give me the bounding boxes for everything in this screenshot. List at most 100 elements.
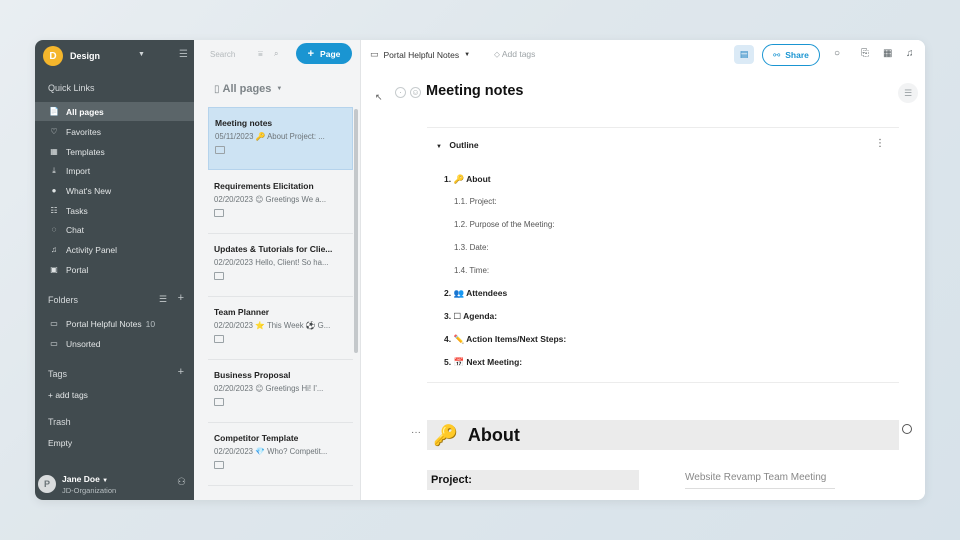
page-menu-button[interactable]: ☰ — [898, 83, 918, 103]
divider — [685, 488, 835, 489]
project-label-cell[interactable]: Project: — [427, 470, 639, 490]
add-folder-icon[interactable]: + — [178, 292, 184, 304]
smiley-icon: ☺ — [411, 88, 420, 97]
page-card[interactable]: Team Planner 02/20/2023 ⭐ This Week ⚽ G.… — [208, 297, 353, 360]
caret-down-icon: ▼ — [464, 51, 471, 58]
page-card[interactable]: Updates & Tutorials for Clie... 02/20/20… — [208, 234, 353, 297]
page-card-snippet: 02/20/2023 ⭐ This Week ⚽ G... — [214, 321, 331, 330]
about-heading: About — [467, 424, 520, 445]
page-icon-picker[interactable]: · — [395, 87, 406, 98]
page-card-snippet: 02/20/2023 Hello, Client! So ha... — [214, 258, 329, 267]
cursor-icon: ↖ — [375, 92, 383, 102]
page-card[interactable]: Competitor Template 02/20/2023 💎 Who? Co… — [208, 423, 353, 486]
search-input[interactable]: Search — [210, 50, 235, 59]
outline-subitem[interactable]: 1.4. Time: — [454, 266, 489, 275]
breadcrumb[interactable]: ▭ Portal Helpful Notes ▼ — [370, 49, 470, 60]
outline-subitem[interactable]: 1.1. Project: — [454, 197, 497, 206]
search-icon[interactable]: ⌕ — [274, 49, 278, 59]
page-list-scrollbar[interactable] — [354, 109, 358, 353]
sidebar-item-import[interactable]: ⤓ Import — [35, 161, 194, 180]
info-icon: ● — [51, 186, 57, 195]
toolbar: ▭ Portal Helpful Notes ▼ ⬦ Add tags ▤ ⚯ … — [361, 40, 925, 70]
page-type-icon — [214, 272, 224, 280]
sidebar-item-tasks[interactable]: ☷ Tasks — [35, 201, 194, 220]
page-type-icon — [214, 209, 224, 217]
block-handle-icon[interactable]: ··· — [411, 427, 421, 438]
sort-icon[interactable]: ☰ — [159, 294, 167, 305]
outline-item[interactable]: 2. 👥 Attendees — [444, 288, 507, 299]
sidebar-item-activity-panel[interactable]: ♫ Activity Panel — [35, 240, 194, 259]
sidebar-item-label: What's New — [66, 185, 112, 196]
page-type-icon — [214, 335, 224, 343]
tag-icon: ⬦ — [494, 49, 500, 59]
page-card-snippet: 02/20/2023 💎 Who? Competit... — [214, 447, 328, 456]
workspace-switcher[interactable]: D Design ▼ ☰ — [43, 45, 188, 67]
caret-down-icon: ▼ — [276, 86, 283, 92]
folder-portal-helpful-notes[interactable]: ▭ Portal Helpful Notes 10 — [35, 314, 194, 333]
sidebar-item-label: Favorites — [66, 126, 101, 137]
outline-toggle[interactable]: ▼ Outline — [436, 140, 479, 150]
outline-subitem[interactable]: 1.3. Date: — [454, 243, 489, 252]
page-card-title: Updates & Tutorials for Clie... — [214, 244, 333, 254]
view-toggle-button[interactable]: ▤ — [734, 45, 754, 64]
sidebar-item-chat[interactable]: ◌ Chat — [35, 220, 194, 239]
page-icon: 📄 — [49, 107, 59, 116]
page-title[interactable]: Meeting notes — [426, 83, 523, 99]
sidebar-item-favorites[interactable]: ♡ Favorites — [35, 122, 194, 141]
outline-item[interactable]: 3. ☐ Agenda: — [444, 311, 497, 322]
outline-subitem[interactable]: 1.2. Purpose of the Meeting: — [454, 220, 555, 229]
add-tag-icon[interactable]: + — [178, 366, 184, 378]
filter-icon[interactable]: ⩸ — [258, 49, 263, 59]
page-card-title: Requirements Elicitation — [214, 181, 314, 191]
sidebar-item-all-pages[interactable]: 📄 All pages — [35, 102, 194, 121]
bell-icon[interactable]: ♫ — [906, 48, 914, 59]
page-list: Search ⩸ ⌕ + Page ▯ All pages ▼ Meeting … — [194, 40, 361, 500]
outline-item[interactable]: 1. 🔑 About — [444, 174, 491, 185]
outline-item[interactable]: 5. 📅 Next Meeting: — [444, 357, 522, 368]
page-card[interactable]: Requirements Elicitation 02/20/2023 😊 Gr… — [208, 171, 353, 234]
circle-icon[interactable] — [902, 424, 912, 434]
switch-user-icon[interactable]: ⚇ — [177, 477, 186, 488]
add-tags-link[interactable]: + add tags — [48, 390, 88, 400]
outline-item[interactable]: 4. ✏️ Action Items/Next Steps: — [444, 334, 566, 345]
all-pages-dropdown[interactable]: ▯ All pages ▼ — [214, 83, 282, 95]
more-vertical-icon[interactable]: ⋮ — [875, 138, 885, 149]
sidebar-item-portal[interactable]: ▣ Portal — [35, 260, 194, 279]
collapse-sidebar-icon[interactable]: ☰ — [179, 49, 188, 60]
editor: ▭ Portal Helpful Notes ▼ ⬦ Add tags ▤ ⚯ … — [361, 40, 925, 500]
sidebar-item-label: Portal — [66, 264, 89, 275]
key-icon: 🔑 — [433, 424, 458, 447]
folder-unsorted[interactable]: ▭ Unsorted — [35, 334, 194, 353]
folder-icon: ▭ — [370, 49, 379, 59]
page-card[interactable]: Meeting notes 05/11/2023 🔑 About Project… — [208, 107, 353, 170]
sidebar-item-templates[interactable]: ▦ Templates — [35, 142, 194, 161]
plus-icon: + — [307, 47, 315, 60]
share-label: Share — [785, 50, 809, 60]
emoji-picker[interactable]: ☺ — [410, 87, 421, 98]
apps-icon[interactable]: ▦ — [883, 48, 892, 59]
folders-title: Folders — [48, 295, 79, 305]
sidebar-item-whats-new[interactable]: ● What's New — [35, 181, 194, 200]
folder-label: Unsorted — [66, 338, 101, 349]
page-card-title: Team Planner — [214, 307, 270, 317]
project-value[interactable]: Website Revamp Team Meeting — [685, 472, 826, 483]
tasks-icon: ☷ — [50, 206, 58, 215]
sidebar: D Design ▼ ☰ Quick Links 📄 All pages ♡ F… — [35, 40, 194, 500]
sidebar-item-label: Templates — [66, 146, 105, 157]
trash-empty[interactable]: Empty — [48, 438, 72, 448]
add-tags-label: Add tags — [501, 49, 536, 59]
page-card[interactable]: Business Proposal 02/20/2023 😊 Greetings… — [208, 360, 353, 423]
user-profile[interactable]: P Jane Doe ▼ JD-Organization ⚇ — [35, 468, 194, 500]
add-tags-button[interactable]: ⬦ Add tags — [494, 49, 535, 60]
page-type-icon — [214, 461, 224, 469]
app-window: D Design ▼ ☰ Quick Links 📄 All pages ♡ F… — [35, 40, 925, 500]
attachment-icon[interactable]: ⎘ — [861, 48, 869, 59]
share-button[interactable]: ⚯ Share — [762, 44, 820, 66]
tags-title: Tags — [48, 369, 68, 379]
folder-label: Portal Helpful Notes — [66, 318, 142, 329]
user-name: Jane Doe ▼ — [62, 474, 109, 484]
search-box[interactable]: Search ⩸ ⌕ — [210, 45, 290, 63]
comment-icon[interactable]: ○ — [834, 48, 840, 59]
about-heading-block[interactable]: 🔑 About — [427, 420, 899, 450]
new-page-button[interactable]: + Page — [296, 43, 352, 64]
